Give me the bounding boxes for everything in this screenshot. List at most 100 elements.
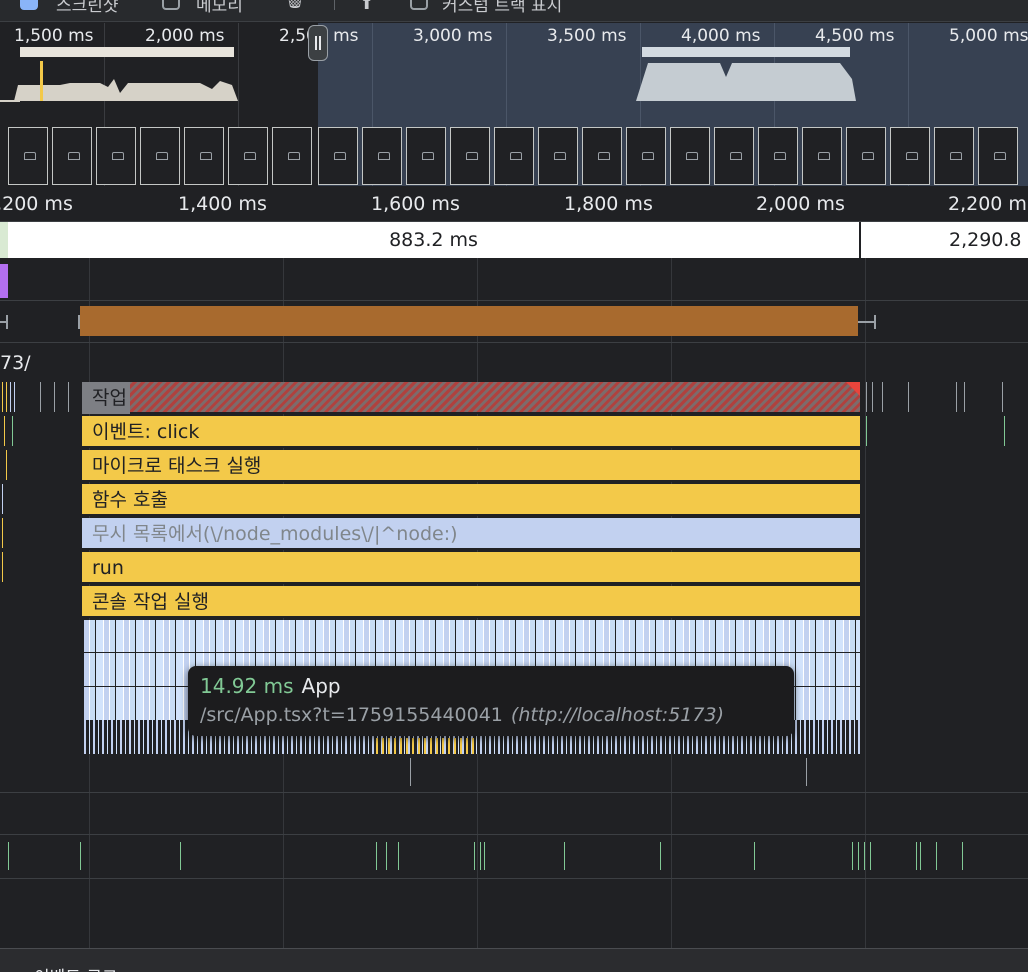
memory-label: 메모리 [196, 0, 243, 16]
event-sliver[interactable] [1002, 382, 1003, 412]
frame-marker[interactable] [936, 842, 937, 870]
frame-marker[interactable] [398, 842, 399, 870]
frame-marker[interactable] [80, 842, 81, 870]
event-sliver[interactable] [1004, 416, 1005, 446]
screenshot-thumbnail[interactable] [802, 127, 842, 185]
frame-marker[interactable] [858, 842, 859, 870]
ruler-tick: 1,400 ms [178, 193, 267, 215]
screenshot-thumbnail[interactable] [272, 127, 312, 185]
track-divider [0, 834, 1028, 835]
frame-marker[interactable] [180, 842, 181, 870]
run-microtasks-event[interactable]: 마이크로 태스크 실행 [82, 450, 860, 482]
frame-marker[interactable] [962, 842, 963, 870]
screenshot-thumbnail[interactable] [406, 127, 446, 185]
frame-marker[interactable] [480, 842, 481, 870]
event-sliver[interactable] [2, 484, 3, 514]
event-sliver[interactable] [2, 518, 3, 548]
frame-marker[interactable] [920, 842, 921, 870]
screenshots-checkbox[interactable] [20, 0, 38, 10]
event-sliver[interactable] [10, 382, 11, 412]
frame-marker[interactable] [916, 842, 917, 870]
event-sliver[interactable] [866, 416, 867, 446]
timeline-overview[interactable]: 1,500 ms 2,000 ms 2,500 ms 3,000 ms 3,50… [0, 23, 1028, 186]
timing-marker[interactable] [0, 264, 8, 298]
frame-marker[interactable] [660, 842, 661, 870]
track-divider [0, 792, 1028, 793]
event-sliver[interactable] [14, 382, 15, 412]
event-sliver[interactable] [964, 382, 965, 412]
event-sliver[interactable] [40, 382, 41, 412]
frame-marker[interactable] [870, 842, 871, 870]
frame-marker[interactable] [484, 842, 485, 870]
console-task-event[interactable]: 콘솔 작업 실행 [82, 586, 860, 618]
screenshot-thumbnail[interactable] [582, 127, 622, 185]
flame-chart[interactable]: 73/ 작업 작업 이벤트: click 마이크로 태스크 실행 함수 호출 무… [0, 258, 1028, 948]
screenshot-thumbnail[interactable] [450, 127, 490, 185]
task-event[interactable]: 작업 [82, 382, 860, 414]
overview-tick: 4,000 ms [681, 26, 761, 46]
frame-marker[interactable] [864, 842, 865, 870]
event-sliver[interactable] [68, 382, 69, 412]
overview-tick: 3,000 ms [413, 26, 493, 46]
event-tooltip: 14.92 ms App /src/App.tsx?t=1759155440041… [188, 666, 794, 736]
event-sliver[interactable] [866, 382, 867, 412]
upload-icon[interactable]: ⬆ [360, 0, 373, 13]
event-sliver[interactable] [54, 382, 55, 412]
screenshot-thumbnail[interactable] [494, 127, 534, 185]
frame-marker[interactable] [564, 842, 565, 870]
screenshot-thumbnail[interactable] [846, 127, 886, 185]
screenshot-thumbnail[interactable] [362, 127, 402, 185]
frame-marker[interactable] [8, 842, 9, 870]
screenshots-label: 스크린샷 [56, 0, 119, 16]
screenshot-thumbnail[interactable] [140, 127, 180, 185]
screenshot-thumbnail[interactable] [8, 127, 48, 185]
click-interaction-bar[interactable] [80, 306, 858, 336]
event-sliver[interactable] [6, 450, 7, 480]
track-divider [0, 342, 1028, 343]
screenshot-thumbnail[interactable] [890, 127, 930, 185]
function-call-event[interactable]: 함수 호출 [82, 484, 860, 516]
garbage-collect-icon[interactable]: 🗑 [284, 0, 306, 10]
frame-marker[interactable] [852, 842, 853, 870]
screenshot-thumbnail[interactable] [52, 127, 92, 185]
screenshot-thumbnail[interactable] [538, 127, 578, 185]
screenshot-thumbnail[interactable] [318, 127, 358, 185]
screenshot-thumbnail[interactable] [978, 127, 1018, 185]
screenshot-thumbnail[interactable] [714, 127, 754, 185]
screenshot-thumbnail[interactable] [934, 127, 974, 185]
event-log-tab[interactable]: 이벤트 로그 [34, 963, 118, 972]
event-sliver[interactable] [2, 382, 3, 412]
range-selection-bar[interactable]: 883.2 ms 2,290.8 ms [0, 222, 1028, 258]
overview-range-handle[interactable] [308, 25, 328, 61]
event-sliver[interactable] [882, 382, 883, 412]
screenshot-thumbnail[interactable] [758, 127, 798, 185]
ruler-tick: 1,800 ms [564, 193, 653, 215]
memory-checkbox[interactable] [162, 0, 180, 10]
overview-tick: 4,500 ms [815, 26, 895, 46]
event-sliver[interactable] [6, 382, 7, 412]
main-thread-url-label: 73/ [0, 352, 31, 374]
frame-marker[interactable] [754, 842, 755, 870]
screenshot-thumbnail[interactable] [96, 127, 136, 185]
event-sliver[interactable] [4, 416, 5, 446]
event-sliver[interactable] [908, 382, 909, 412]
tooltip-self-time: 14.92 ms [200, 674, 294, 698]
ignore-listed-event[interactable]: 무시 목록에서(\/node_modules\/|^node:) [82, 518, 860, 550]
event-sliver[interactable] [12, 416, 13, 446]
run-event[interactable]: run [82, 552, 860, 584]
frame-marker[interactable] [386, 842, 387, 870]
screenshot-thumbnail[interactable] [228, 127, 268, 185]
frame-marker[interactable] [474, 842, 475, 870]
event-sliver[interactable] [806, 758, 807, 786]
event-sliver[interactable] [410, 758, 411, 786]
click-event[interactable]: 이벤트: click [82, 416, 860, 448]
frame-marker[interactable] [376, 842, 377, 870]
screenshot-thumbnail[interactable] [626, 127, 666, 185]
grid-line [865, 258, 866, 948]
screenshot-thumbnail[interactable] [670, 127, 710, 185]
custom-tracks-checkbox[interactable] [410, 0, 428, 10]
event-sliver[interactable] [872, 382, 873, 412]
event-sliver[interactable] [956, 382, 957, 412]
screenshot-thumbnail[interactable] [184, 127, 224, 185]
event-sliver[interactable] [2, 552, 3, 582]
